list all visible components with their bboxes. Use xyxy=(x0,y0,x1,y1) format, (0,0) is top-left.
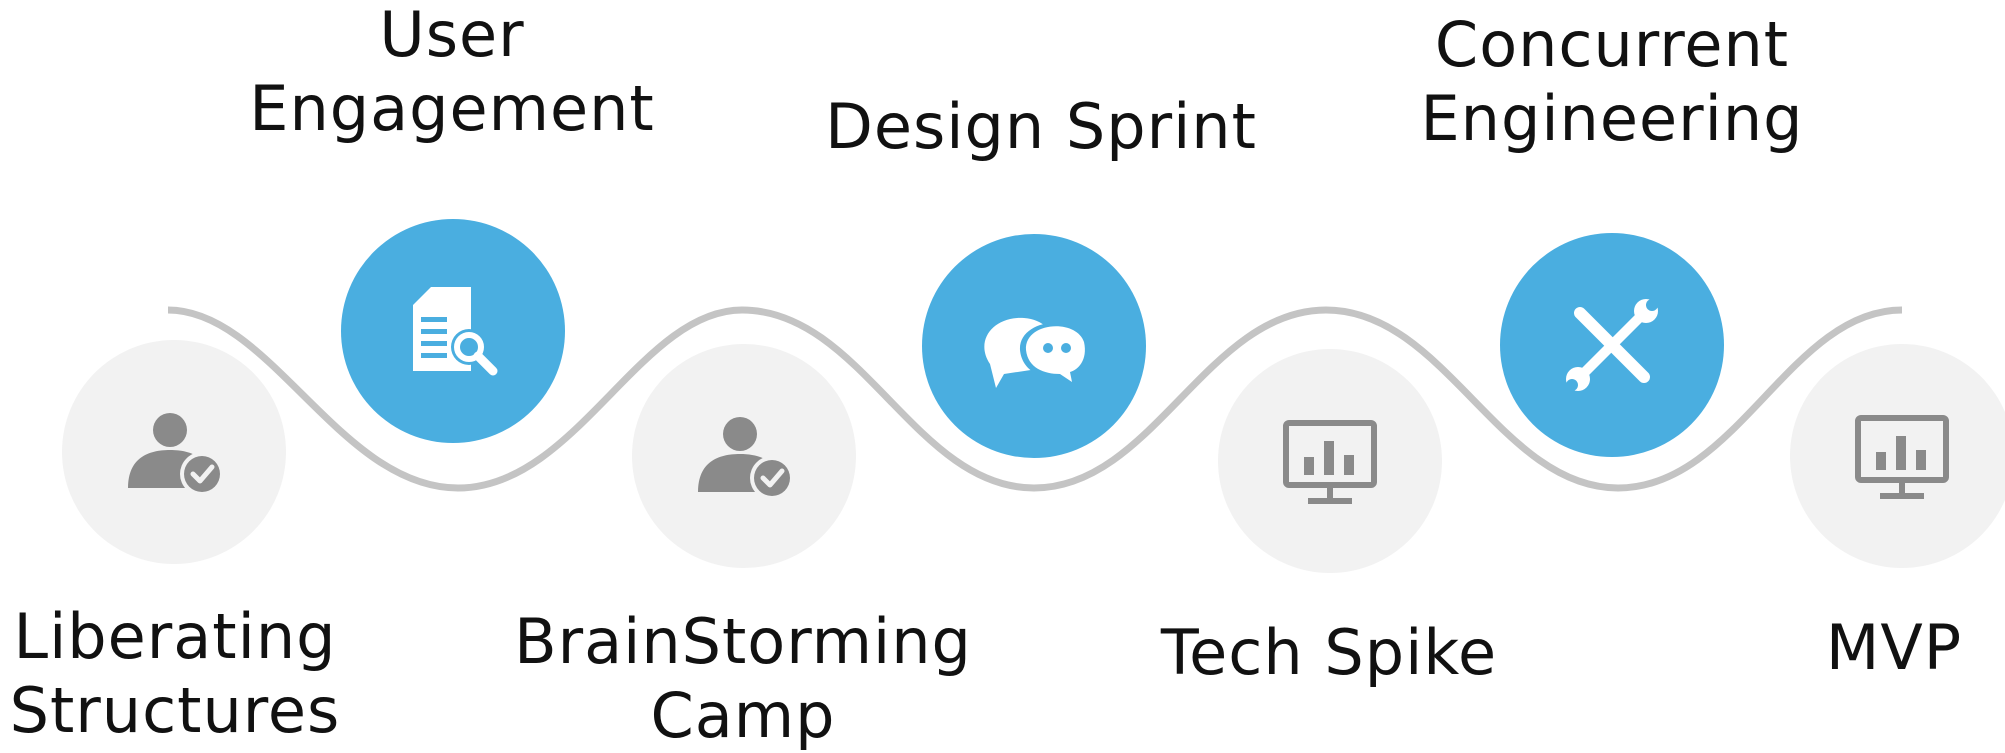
step-node xyxy=(62,340,286,564)
step-label-tech-spike: Tech Spike xyxy=(1160,616,1498,689)
step-label-user-engagement: User Engagement xyxy=(249,0,655,145)
step-node xyxy=(1790,344,2005,568)
step-node xyxy=(1218,349,1442,573)
step-node xyxy=(632,344,856,568)
step-label-design-sprint: Design Sprint xyxy=(825,90,1257,163)
step-label-concurrent-engineering: Concurrent Engineering xyxy=(1420,8,1804,155)
step-node xyxy=(341,219,565,443)
step-label-liberating-structures: Liberating Structures xyxy=(9,600,341,747)
step-node xyxy=(1500,233,1724,457)
process-flow-diagram: Liberating Structures User Engagement Br… xyxy=(0,0,2005,752)
step-label-brainstorming-camp: BrainStorming Camp xyxy=(514,605,972,752)
step-label-mvp: MVP xyxy=(1825,611,1963,684)
step-node xyxy=(922,234,1146,458)
